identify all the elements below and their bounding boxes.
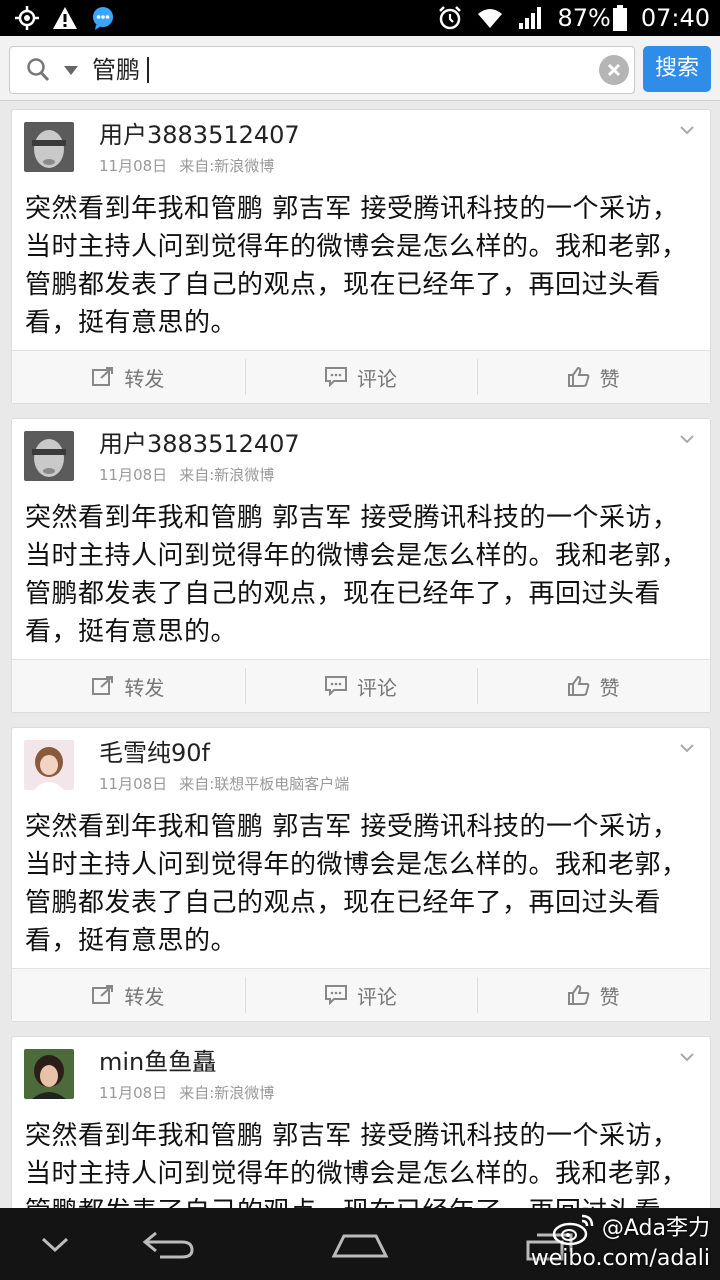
like-button[interactable]: 赞 xyxy=(477,969,710,1021)
chat-icon xyxy=(93,7,113,30)
post-date: 11月08日 xyxy=(99,157,168,175)
thumbs-up-icon xyxy=(567,367,589,387)
thumbs-up-icon xyxy=(567,985,589,1005)
post-card[interactable]: 用户3883512407 11月08日 来自:新浪微博 突然看到年我和管鹏 郭吉军… xyxy=(11,418,711,713)
alarm-icon xyxy=(439,6,462,30)
battery-icon xyxy=(612,5,627,31)
comment-icon xyxy=(325,676,347,696)
repost-label: 转发 xyxy=(124,984,165,1009)
like-button[interactable]: 赞 xyxy=(477,351,710,403)
clock-time: 07:40 xyxy=(640,4,710,32)
search-button[interactable]: 搜索 xyxy=(643,46,711,92)
post-actions: 转发 评论 赞 xyxy=(12,968,710,1021)
post-meta: 11月08日 来自:联想平板电脑客户端 xyxy=(99,774,349,794)
feed-list[interactable]: 用户3883512407 11月08日 来自:新浪微博 突然看到年我和管鹏 郭吉军… xyxy=(0,100,720,1208)
comment-icon xyxy=(325,367,347,387)
signal-icon xyxy=(519,7,542,29)
post-username[interactable]: 用户3883512407 xyxy=(99,120,300,150)
like-button[interactable]: 赞 xyxy=(477,660,710,712)
post-date: 11月08日 xyxy=(99,1084,168,1102)
comment-label: 评论 xyxy=(357,984,397,1009)
post-source: 来自:新浪微博 xyxy=(179,466,275,484)
post-date: 11月08日 xyxy=(99,775,168,793)
post-username[interactable]: 用户3883512407 xyxy=(99,429,300,459)
like-label: 赞 xyxy=(599,984,620,1009)
post-text: 突然看到年我和管鹏 郭吉军 接受腾讯科技的一个采访，当时主持人问到觉得年的微博会… xyxy=(25,812,688,956)
chevron-down-icon[interactable] xyxy=(680,435,694,444)
avatar[interactable] xyxy=(24,122,74,172)
like-label: 赞 xyxy=(599,675,620,700)
share-icon xyxy=(92,676,114,695)
like-label: 赞 xyxy=(599,366,620,391)
watermark-url: weibo.com/adali xyxy=(530,1246,710,1271)
chevron-down-icon[interactable] xyxy=(680,1053,694,1062)
comment-icon xyxy=(325,985,347,1005)
back-icon[interactable] xyxy=(140,1230,196,1260)
post-source: 来自:联想平板电脑客户端 xyxy=(179,775,350,793)
comment-button[interactable]: 评论 xyxy=(244,969,478,1021)
watermark: @Ada李力 weibo.com/adali xyxy=(531,1212,710,1272)
repost-label: 转发 xyxy=(124,366,165,391)
post-text: 突然看到年我和管鹏 郭吉军 接受腾讯科技的一个采访，当时主持人问到觉得年的微博会… xyxy=(25,1121,688,1208)
text-cursor xyxy=(147,57,149,83)
status-bar: 87% 07:40 xyxy=(0,0,720,36)
search-query[interactable]: 管鹏 xyxy=(92,55,140,85)
repost-button[interactable]: 转发 xyxy=(12,969,245,1021)
chevron-down-icon[interactable] xyxy=(64,66,78,75)
post-meta: 11月08日 来自:新浪微博 xyxy=(99,1083,274,1103)
repost-button[interactable]: 转发 xyxy=(12,660,245,712)
post-card[interactable]: min鱼鱼矗 11月08日 来自:新浪微博 突然看到年我和管鹏 郭吉军 接受腾讯科… xyxy=(11,1036,711,1208)
post-username[interactable]: 毛雪纯90f xyxy=(99,738,210,768)
weibo-logo-icon xyxy=(552,1214,594,1246)
chevron-down-icon[interactable] xyxy=(680,744,694,753)
search-bar: 管鹏 搜索 xyxy=(0,36,720,101)
hide-keyboard-icon[interactable] xyxy=(40,1236,70,1254)
post-meta: 11月08日 来自:新浪微博 xyxy=(99,156,274,176)
comment-button[interactable]: 评论 xyxy=(244,660,478,712)
avatar[interactable] xyxy=(24,740,74,790)
chevron-down-icon[interactable] xyxy=(680,126,694,135)
post-date: 11月08日 xyxy=(99,466,168,484)
home-icon[interactable] xyxy=(330,1230,390,1260)
clear-icon[interactable] xyxy=(599,55,629,85)
post-card[interactable]: 用户3883512407 11月08日 来自:新浪微博 突然看到年我和管鹏 郭吉军… xyxy=(11,109,711,404)
location-icon xyxy=(15,6,39,30)
search-input[interactable]: 管鹏 xyxy=(9,46,635,94)
post-text: 突然看到年我和管鹏 郭吉军 接受腾讯科技的一个采访，当时主持人问到觉得年的微博会… xyxy=(25,194,688,338)
post-meta: 11月08日 来自:新浪微博 xyxy=(99,465,274,485)
post-source: 来自:新浪微博 xyxy=(179,1084,275,1102)
share-icon xyxy=(92,367,114,386)
avatar[interactable] xyxy=(24,431,74,481)
battery-percent: 87% xyxy=(557,4,611,32)
wifi-icon xyxy=(478,9,503,28)
post-actions: 转发 评论 赞 xyxy=(12,350,710,403)
post-text: 突然看到年我和管鹏 郭吉军 接受腾讯科技的一个采访，当时主持人问到觉得年的微博会… xyxy=(25,503,688,647)
comment-button[interactable]: 评论 xyxy=(244,351,478,403)
post-source: 来自:新浪微博 xyxy=(179,157,275,175)
post-username[interactable]: min鱼鱼矗 xyxy=(99,1047,216,1077)
post-card[interactable]: 毛雪纯90f 11月08日 来自:联想平板电脑客户端 突然看到年我和管鹏 郭吉军 … xyxy=(11,727,711,1022)
comment-label: 评论 xyxy=(357,366,397,391)
avatar[interactable] xyxy=(24,1049,74,1099)
warning-icon xyxy=(53,7,77,29)
thumbs-up-icon xyxy=(567,676,589,696)
post-actions: 转发 评论 赞 xyxy=(12,659,710,712)
repost-button[interactable]: 转发 xyxy=(12,351,245,403)
share-icon xyxy=(92,985,114,1004)
watermark-handle: @Ada李力 xyxy=(601,1216,710,1241)
search-icon xyxy=(27,58,50,82)
comment-label: 评论 xyxy=(357,675,397,700)
repost-label: 转发 xyxy=(124,675,165,700)
